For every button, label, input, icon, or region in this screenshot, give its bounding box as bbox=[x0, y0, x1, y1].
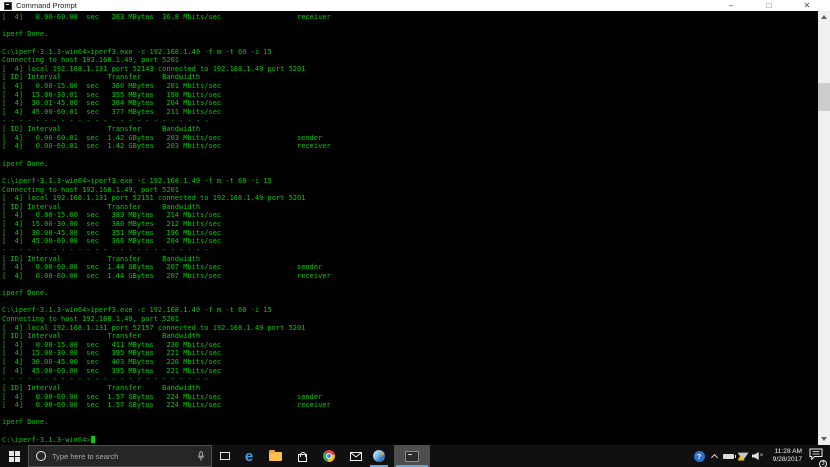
taskbar-command-prompt-button[interactable] bbox=[394, 445, 430, 467]
battery-icon bbox=[723, 453, 736, 459]
terminal-cursor bbox=[90, 435, 95, 443]
planet-app-icon bbox=[373, 450, 385, 462]
tray-help-button[interactable]: ? bbox=[692, 445, 706, 467]
action-center-icon: 3 bbox=[809, 447, 827, 467]
taskbar-mail-button[interactable] bbox=[345, 445, 367, 467]
task-view-icon bbox=[220, 452, 230, 460]
scrollbar-thumb[interactable] bbox=[818, 83, 830, 111]
cortana-icon bbox=[36, 451, 46, 461]
taskbar-edge-button[interactable]: e bbox=[238, 445, 260, 467]
microphone-icon[interactable] bbox=[197, 450, 205, 462]
close-button[interactable]: ✕ bbox=[788, 0, 826, 11]
task-view-button[interactable] bbox=[214, 445, 236, 467]
tray-battery-button[interactable] bbox=[721, 445, 736, 467]
desktop-screen: Command Prompt – □ ✕ [ 4] 0.00-60.00 sec… bbox=[0, 0, 830, 467]
chevron-up-icon bbox=[710, 453, 719, 461]
network-warning-icon bbox=[738, 452, 749, 461]
taskbar-search[interactable] bbox=[28, 445, 212, 467]
command-prompt-icon bbox=[405, 450, 419, 462]
window-titlebar[interactable]: Command Prompt – □ ✕ bbox=[0, 0, 830, 11]
tray-network-button[interactable] bbox=[736, 445, 750, 467]
window-title: Command Prompt bbox=[16, 1, 77, 10]
mail-icon bbox=[350, 451, 362, 461]
show-hidden-icons-button[interactable] bbox=[708, 445, 721, 467]
store-icon bbox=[297, 451, 307, 462]
terminal-prompt: C:\iperf-3.1.3-win64> bbox=[2, 435, 91, 444]
file-explorer-icon bbox=[268, 449, 282, 461]
action-center-button[interactable]: 3 bbox=[804, 445, 828, 467]
chrome-icon bbox=[323, 450, 335, 462]
taskbar-chrome-button[interactable] bbox=[318, 445, 340, 467]
terminal-text: [ 4] 0.00-60.00 sec 263 MBytes 36.8 Mbit… bbox=[2, 13, 331, 444]
taskbar-store-button[interactable] bbox=[291, 445, 313, 467]
clock-time: 11:28 AM bbox=[774, 448, 802, 455]
tray-clock[interactable]: 11:28 AM 9/28/2017 bbox=[762, 445, 802, 467]
taskbar-file-explorer-button[interactable] bbox=[264, 445, 286, 467]
terminal-output[interactable]: [ 4] 0.00-60.00 sec 263 MBytes 36.8 Mbit… bbox=[0, 11, 818, 445]
terminal-scrollbar[interactable] bbox=[818, 11, 830, 445]
scroll-up-arrow-icon[interactable] bbox=[821, 15, 827, 19]
volume-muted-icon bbox=[751, 452, 759, 460]
minimize-button[interactable]: – bbox=[712, 0, 750, 11]
notification-badge: 3 bbox=[819, 460, 827, 467]
maximize-button[interactable]: □ bbox=[750, 0, 788, 11]
search-input[interactable] bbox=[52, 451, 191, 461]
help-icon: ? bbox=[693, 450, 705, 462]
windows-logo-icon bbox=[8, 450, 20, 462]
clock-date: 9/28/2017 bbox=[772, 456, 802, 463]
window-controls: – □ ✕ bbox=[712, 0, 826, 11]
taskbar: e ? bbox=[0, 445, 830, 467]
taskbar-planet-app-button[interactable] bbox=[368, 445, 390, 467]
cmd-window-icon bbox=[4, 2, 12, 10]
scroll-down-arrow-icon[interactable] bbox=[821, 437, 827, 441]
edge-icon: e bbox=[244, 447, 254, 465]
start-button[interactable] bbox=[0, 445, 28, 467]
